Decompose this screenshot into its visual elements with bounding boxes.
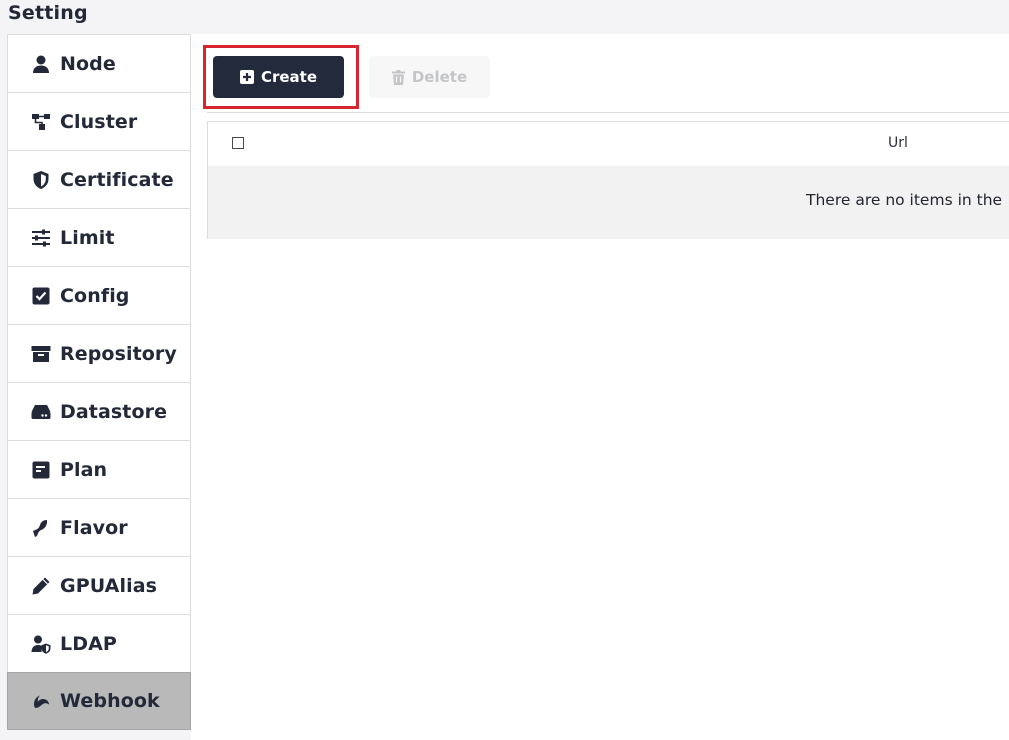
delete-button-label: Delete bbox=[411, 68, 468, 86]
create-button[interactable]: Create bbox=[213, 56, 344, 98]
page-title: Setting bbox=[8, 2, 88, 24]
sidebar-item-webhook[interactable]: Webhook bbox=[7, 672, 191, 730]
sliders-icon bbox=[31, 228, 51, 248]
checkbox-icon bbox=[31, 286, 51, 306]
sidebar-item-repository[interactable]: Repository bbox=[7, 324, 191, 382]
sidebar-item-label: Limit bbox=[60, 226, 115, 249]
sidebar-item-gpualias[interactable]: GPUAlias bbox=[7, 556, 191, 614]
sidebar-item-label: Repository bbox=[60, 342, 177, 365]
empty-message: There are no items in the bbox=[806, 191, 1003, 209]
table-header: Url bbox=[208, 122, 1009, 166]
select-all-checkbox[interactable] bbox=[232, 137, 244, 149]
sidebar-item-config[interactable]: Config bbox=[7, 266, 191, 324]
main-content: Create Delete Url There are no items in … bbox=[191, 34, 1009, 740]
sidebar-item-flavor[interactable]: Flavor bbox=[7, 498, 191, 556]
pencil-icon bbox=[31, 576, 51, 596]
column-header-url[interactable]: Url bbox=[888, 135, 908, 151]
delete-button[interactable]: Delete bbox=[369, 56, 490, 98]
sidebar-item-label: Webhook bbox=[60, 690, 160, 712]
sidebar-item-label: Certificate bbox=[60, 168, 174, 191]
user-icon bbox=[31, 54, 51, 74]
sidebar-item-node[interactable]: Node bbox=[7, 34, 191, 92]
shield-icon bbox=[31, 170, 51, 190]
sidebar-item-label: Flavor bbox=[60, 516, 128, 539]
sidebar-item-datastore[interactable]: Datastore bbox=[7, 382, 191, 440]
sidebar-item-cluster[interactable]: Cluster bbox=[7, 92, 191, 150]
sidebar-item-label: Datastore bbox=[60, 400, 168, 423]
plus-square-icon bbox=[239, 70, 254, 84]
sidebar-item-label: Cluster bbox=[60, 110, 138, 133]
sidebar-item-limit[interactable]: Limit bbox=[7, 208, 191, 266]
sidebar-item-label: GPUAlias bbox=[60, 574, 158, 597]
sidebar-item-label: Plan bbox=[60, 458, 108, 481]
flavor-icon bbox=[31, 518, 51, 538]
toolbar-divider bbox=[207, 112, 1009, 113]
trash-icon bbox=[391, 69, 405, 85]
sidebar-item-certificate[interactable]: Certificate bbox=[7, 150, 191, 208]
sidebar-item-label: Node bbox=[60, 52, 116, 75]
user-shield-icon bbox=[31, 634, 51, 654]
sidebar-item-label: LDAP bbox=[60, 632, 117, 655]
webhook-table: Url There are no items in the bbox=[207, 121, 1009, 239]
sidebar: Node Cluster Certificate Limit Config Re… bbox=[7, 34, 191, 740]
sidebar-item-label: Config bbox=[60, 284, 130, 307]
sidebar-item-plan[interactable]: Plan bbox=[7, 440, 191, 498]
hard-drive-icon bbox=[31, 402, 51, 422]
archive-icon bbox=[31, 344, 51, 364]
webhook-icon bbox=[31, 691, 51, 711]
list-card-icon bbox=[31, 460, 51, 480]
create-button-label: Create bbox=[260, 68, 318, 86]
sitemap-icon bbox=[31, 112, 51, 132]
sidebar-item-ldap[interactable]: LDAP bbox=[7, 614, 191, 672]
table-empty-row: There are no items in the bbox=[208, 166, 1009, 239]
